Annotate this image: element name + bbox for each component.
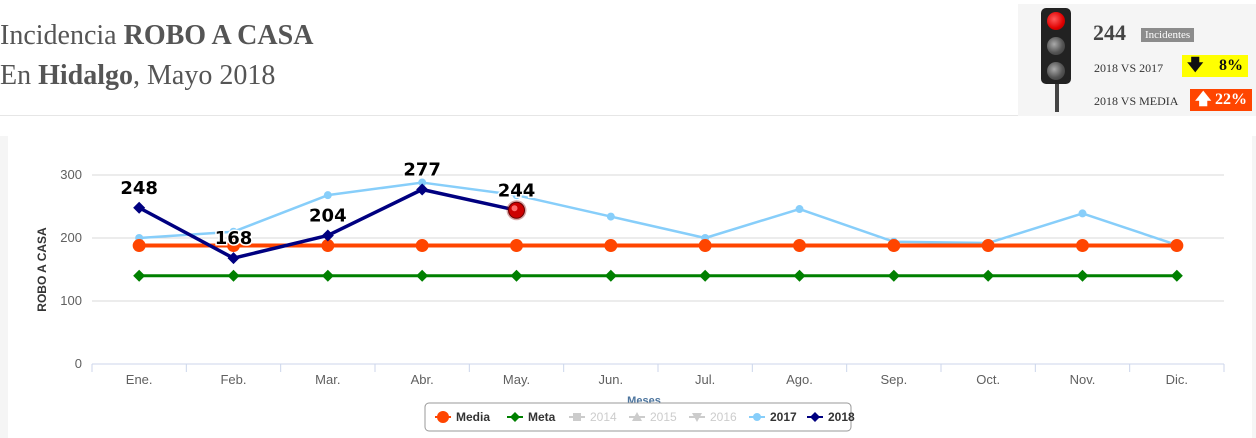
highlight-shine bbox=[511, 205, 518, 212]
point-2018 bbox=[416, 183, 429, 196]
x-tick-label: Nov. bbox=[1070, 372, 1096, 387]
compare-media-label: 2018 VS MEDIA bbox=[1094, 94, 1179, 108]
point-2017 bbox=[1078, 209, 1087, 218]
legend-item-Media[interactable]: Media bbox=[456, 410, 490, 424]
title-line-2: En Hidalgo, Mayo 2018 bbox=[0, 60, 276, 91]
y-tick-label: 200 bbox=[60, 230, 82, 245]
x-tick-label: Dic. bbox=[1166, 372, 1188, 387]
point-Meta bbox=[982, 269, 995, 282]
x-tick-label: Feb. bbox=[220, 372, 246, 387]
point-Meta bbox=[321, 269, 334, 282]
point-Media bbox=[1076, 239, 1089, 253]
compare-prev-value: 8% bbox=[1219, 57, 1243, 74]
data-label-2018: 248 bbox=[120, 178, 158, 199]
data-label-2018: 244 bbox=[498, 180, 536, 201]
data-label-2018: 277 bbox=[403, 159, 441, 180]
point-Meta bbox=[416, 269, 429, 282]
line-chart: 0 100 200 300 Ene. Feb. Mar. Abr. May. Jun. Jul. Ag… bbox=[35, 158, 1225, 432]
compare-media-pill: 🡅 22% bbox=[1190, 89, 1252, 111]
point-Meta bbox=[887, 269, 900, 282]
traffic-light-red-lamp bbox=[1047, 12, 1065, 30]
y-tick-label: 100 bbox=[60, 293, 82, 308]
traffic-light-icon bbox=[1041, 8, 1071, 84]
traffic-light-yellow-lamp bbox=[1047, 37, 1065, 55]
legend-item-2014[interactable]: 2014 bbox=[590, 410, 617, 424]
point-Media bbox=[415, 239, 429, 253]
chart-area: 0 100 200 300 Ene. Feb. Mar. Abr. May. Jun. Jul. Ag… bbox=[8, 136, 1252, 438]
point-Media bbox=[510, 239, 523, 253]
point-2017 bbox=[323, 191, 332, 200]
point-Meta bbox=[1076, 269, 1089, 282]
point-2017 bbox=[606, 212, 615, 221]
point-Media bbox=[887, 239, 901, 253]
legend-marker-2014 bbox=[573, 413, 581, 421]
data-label-2018: 204 bbox=[309, 205, 347, 226]
point-Meta bbox=[133, 269, 146, 282]
y-tick-label: 300 bbox=[60, 167, 82, 182]
title-line-1: Incidencia ROBO A CASA bbox=[0, 20, 314, 51]
point-Meta bbox=[227, 269, 240, 282]
compare-prev-label: 2018 VS 2017 bbox=[1094, 61, 1164, 75]
point-Meta bbox=[793, 269, 806, 282]
legend-item-2017[interactable]: 2017 bbox=[770, 410, 797, 424]
traffic-light-green-lamp bbox=[1047, 62, 1065, 80]
kpi-panel: 244 Incidentes 2018 VS 2017 🡇 8% 2018 VS… bbox=[1018, 4, 1256, 116]
point-Media bbox=[1170, 239, 1184, 253]
legend-item-Meta[interactable]: Meta bbox=[528, 410, 556, 424]
y-tick-label: 0 bbox=[75, 356, 82, 371]
x-tick-label: Mar. bbox=[315, 372, 340, 387]
point-2018 bbox=[321, 229, 334, 242]
x-tick-label: Ago. bbox=[786, 372, 813, 387]
legend-marker-2017 bbox=[753, 413, 761, 421]
compare-media-value: 22% bbox=[1215, 91, 1247, 108]
chart-title: Incidencia ROBO A CASA En Hidalgo, Mayo … bbox=[0, 16, 313, 96]
compare-prev-pill: 🡇 8% bbox=[1182, 55, 1248, 77]
incident-badge: Incidentes bbox=[1141, 28, 1195, 42]
arrow-up-icon: 🡅 bbox=[1195, 91, 1212, 108]
x-tick-label: May. bbox=[503, 372, 530, 387]
series-line-2017 bbox=[139, 181, 1178, 247]
point-Media bbox=[132, 239, 146, 253]
data-label-2018: 168 bbox=[215, 228, 253, 249]
arrow-down-icon: 🡇 bbox=[1187, 57, 1204, 74]
x-tick-label: Jun. bbox=[599, 372, 624, 387]
x-tick-label: Sep. bbox=[880, 372, 907, 387]
legend-item-2015[interactable]: 2015 bbox=[650, 410, 677, 424]
point-Media bbox=[793, 239, 806, 253]
point-Meta bbox=[699, 269, 712, 282]
point-Media bbox=[698, 239, 712, 253]
x-tick-label: Oct. bbox=[976, 372, 1000, 387]
header-divider bbox=[0, 115, 1018, 116]
legend-item-2018[interactable]: 2018 bbox=[828, 410, 855, 424]
incident-count: 244 bbox=[1093, 20, 1126, 45]
legend-item-2016[interactable]: 2016 bbox=[710, 410, 737, 424]
point-Meta bbox=[604, 269, 617, 282]
legend-marker-Media bbox=[437, 411, 449, 423]
point-Meta bbox=[1170, 269, 1183, 282]
x-tick-label: Jul. bbox=[695, 372, 715, 387]
point-Media bbox=[981, 239, 995, 253]
point-2017 bbox=[795, 205, 804, 214]
point-Meta bbox=[510, 269, 523, 282]
y-axis-title: ROBO A CASA bbox=[35, 227, 49, 312]
x-tick-label: Ene. bbox=[126, 372, 153, 387]
x-tick-label: Abr. bbox=[411, 372, 434, 387]
point-Media bbox=[604, 239, 618, 253]
